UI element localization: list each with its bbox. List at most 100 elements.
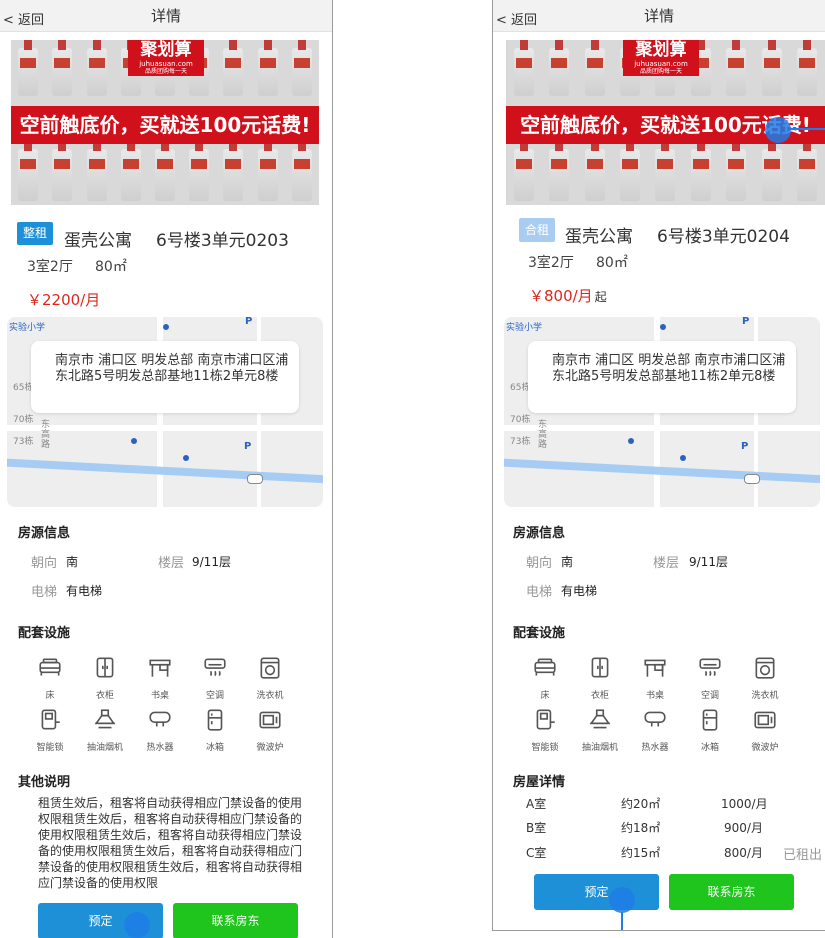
- facility-item: 抽油烟机: [576, 707, 624, 753]
- range-hood-icon: [94, 709, 116, 729]
- facility-item: 空调: [686, 655, 734, 701]
- apartment-name: 蛋壳公寓: [64, 231, 132, 251]
- facility-label: 智能锁: [36, 743, 64, 753]
- smart-lock-icon: [41, 709, 60, 730]
- unit-number: 6号楼3单元0204: [657, 227, 790, 247]
- facility-label: 热水器: [641, 743, 669, 753]
- facility-label: 书桌: [150, 691, 169, 701]
- facility-item: 冰箱: [686, 707, 734, 753]
- room-price: 900/月: [724, 821, 763, 835]
- info-section-title: 房源信息: [18, 526, 71, 541]
- banner-bottles-bottom: [11, 141, 319, 201]
- rent-price: ￥2200/月: [27, 291, 101, 309]
- water-heater-icon: [149, 711, 171, 727]
- other-notes-text: 租赁生效后，租客将自动获得相应门禁设备的使用权限租赁生效后，租客将自动获得相应门…: [38, 796, 303, 890]
- room-area: 约20㎡: [621, 797, 661, 811]
- facilities-title: 配套设施: [18, 626, 71, 641]
- desk-icon: [149, 659, 171, 677]
- facility-item: 床: [521, 655, 569, 701]
- location-map[interactable]: 实验小学 65栋 70栋 73栋 东 高 路 P P 南京市 浦口区 明发总部 …: [7, 317, 323, 507]
- facilities-title: 配套设施: [513, 626, 566, 641]
- facility-item: 洗衣机: [246, 655, 294, 701]
- juhuasuan-logo: 聚划算 juhuasuan.com 品质团购每一天: [623, 40, 699, 76]
- room-name: C室: [526, 846, 547, 860]
- elevator-label: 电梯: [526, 585, 553, 600]
- rent-type-tag: 合租: [519, 218, 555, 242]
- wardrobe-icon: [591, 657, 609, 678]
- location-map[interactable]: 实验小学 65栋 70栋 73栋 东 高 路 P P 南京市 浦口区 明发总部 …: [504, 317, 820, 507]
- room-row[interactable]: C室 约15㎡ 800/月 已租出: [493, 844, 825, 863]
- water-heater-icon: [644, 711, 666, 727]
- detail-screen-whole-rent: < 返回 详情 聚划算 juhuasuan.com 品质团购每一天 空前触底价，…: [0, 0, 333, 938]
- facility-label: 微波炉: [256, 743, 284, 753]
- facility-item: 微波炉: [246, 707, 294, 753]
- touch-indicator: [765, 117, 791, 143]
- juhuasuan-logo: 聚划算 juhuasuan.com 品质团购每一天: [128, 40, 204, 76]
- room-area: 约18㎡: [621, 821, 661, 835]
- room-row[interactable]: A室 约20㎡ 1000/月: [493, 795, 825, 811]
- facility-label: 抽油烟机: [581, 743, 618, 753]
- facility-label: 洗衣机: [751, 691, 779, 701]
- floor-value: 9/11层: [192, 555, 231, 569]
- facility-item: 智能锁: [26, 707, 74, 753]
- facility-label: 书桌: [645, 691, 664, 701]
- elevator-value: 有电梯: [66, 584, 103, 598]
- range-hood-icon: [589, 709, 611, 729]
- fridge-icon: [207, 709, 223, 731]
- facility-item: 空调: [191, 655, 239, 701]
- wardrobe-icon: [96, 657, 114, 678]
- floor-value: 9/11层: [689, 555, 728, 569]
- book-button[interactable]: 预定: [534, 874, 659, 910]
- facility-label: 抽油烟机: [86, 743, 123, 753]
- room-details-title: 房屋详情: [513, 775, 566, 790]
- facility-item: 书桌: [631, 655, 679, 701]
- nav-bar: < 返回 详情: [493, 0, 825, 32]
- facility-label: 床: [540, 691, 550, 701]
- facility-label: 微波炉: [751, 743, 779, 753]
- facility-label: 衣柜: [95, 691, 114, 701]
- elevator-label: 电梯: [31, 585, 58, 600]
- rent-type-tag: 整租: [17, 222, 53, 245]
- price-from-suffix: 起: [594, 290, 607, 304]
- air-conditioner-icon: [699, 658, 721, 676]
- touch-indicator: [609, 887, 635, 913]
- facility-label: 冰箱: [700, 743, 719, 753]
- floor-label: 楼层: [158, 556, 185, 571]
- facility-item: 衣柜: [81, 655, 129, 701]
- desk-icon: [644, 659, 666, 677]
- unit-number: 6号楼3单元0203: [156, 231, 289, 251]
- facility-label: 空调: [700, 691, 719, 701]
- apartment-name: 蛋壳公寓: [565, 227, 633, 247]
- promo-banner[interactable]: 聚划算 juhuasuan.com 品质团购每一天 空前触底价，买就送100元话…: [11, 40, 319, 205]
- smart-lock-icon: [536, 709, 555, 730]
- detail-screen-shared-rent: < 返回 详情 聚划算 juhuasuan.com 品质团购每一天 空前触底价，…: [492, 0, 825, 931]
- contact-landlord-button[interactable]: 联系房东: [173, 903, 298, 938]
- air-conditioner-icon: [204, 658, 226, 676]
- facility-label: 衣柜: [590, 691, 609, 701]
- facility-label: 床: [45, 691, 55, 701]
- room-price: 800/月: [724, 846, 763, 860]
- info-section-title: 房源信息: [513, 526, 566, 541]
- microwave-icon: [259, 711, 281, 729]
- room-name: B室: [526, 821, 547, 835]
- room-row[interactable]: B室 约18㎡ 900/月: [493, 819, 825, 835]
- facility-label: 智能锁: [531, 743, 559, 753]
- bed-icon: [534, 658, 556, 676]
- facility-item: 冰箱: [191, 707, 239, 753]
- page-title: 详情: [643, 7, 674, 25]
- other-notes-title: 其他说明: [18, 775, 71, 790]
- rented-status: 已租出: [783, 848, 823, 863]
- facility-label: 空调: [205, 691, 224, 701]
- address-card: 南京市 浦口区 明发总部 南京市浦口区浦东北路5号明发总部基地11栋2单元8楼: [528, 341, 796, 413]
- nav-bar: < 返回 详情: [0, 0, 332, 32]
- contact-landlord-button[interactable]: 联系房东: [669, 874, 794, 910]
- orientation-label: 朝向: [526, 556, 553, 571]
- facility-label: 洗衣机: [256, 691, 284, 701]
- orientation-value: 南: [561, 555, 574, 569]
- room-name: A室: [526, 797, 547, 811]
- elevator-value: 有电梯: [561, 584, 598, 598]
- room-layout: 3室2厅: [27, 259, 73, 275]
- room-layout: 3室2厅: [528, 255, 574, 271]
- facility-item: 衣柜: [576, 655, 624, 701]
- facility-label: 热水器: [146, 743, 174, 753]
